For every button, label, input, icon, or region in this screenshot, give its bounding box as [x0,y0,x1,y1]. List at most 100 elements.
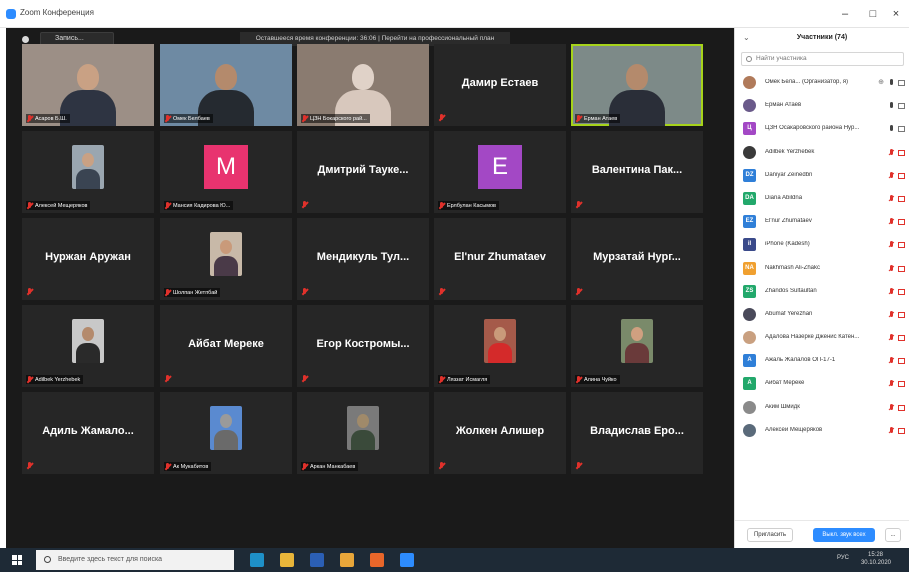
participant-row[interactable]: Алексей Мещеряков [735,420,909,443]
participant-tile[interactable]: Дамир Естаев [434,44,566,126]
participant-tile[interactable]: Алексей Мещеряков [22,131,154,213]
muted-mic-icon[interactable] [889,310,894,319]
muted-mic-icon[interactable] [889,171,894,180]
participant-tile[interactable]: Шолпан Жетпбай [160,218,292,300]
zoom-icon[interactable] [400,553,414,567]
participant-tile[interactable]: Мурзатай Нург... [571,218,703,300]
participant-row[interactable]: Адалова Назерке Дженис Катен... [735,327,909,350]
participant-tile[interactable]: Нуржан Аружан [22,218,154,300]
participant-row[interactable]: Adilbek Yerzhebek [735,142,909,165]
more-button[interactable]: ... [885,528,901,542]
participant-avatar: А [743,354,756,368]
participant-tile[interactable]: Дмитрий Тауке... [297,131,429,213]
camera-off-icon[interactable] [898,265,905,272]
participant-search-input[interactable]: Найти участника [741,52,904,66]
muted-mic-icon[interactable] [889,403,894,412]
participant-row[interactable]: Омек Бела... (Организатор, я) ⊕ [735,72,909,95]
participant-tile[interactable]: Adilbek Yerzhebek [22,305,154,387]
participant-tile[interactable]: Адиль Жамало... [22,392,154,474]
camera-off-icon[interactable] [898,242,905,249]
participant-tile[interactable]: Айбат Мереке [160,305,292,387]
camera-off-icon[interactable] [898,172,905,179]
muted-mic-icon[interactable] [889,194,894,203]
muted-mic-icon [27,288,33,296]
camera-off-icon[interactable] [898,288,905,295]
participant-tile[interactable]: Ляззат Исмагля [434,305,566,387]
camera-off-icon[interactable] [898,219,905,226]
participant-row[interactable]: А Айбат Мереке [735,373,909,396]
participant-row[interactable]: Abumaf Yerezhan [735,304,909,327]
camera-off-icon[interactable] [898,149,905,156]
participant-name-label: Мансия Кадирова Ю... [164,201,234,210]
camera-off-icon[interactable] [898,195,905,202]
mute-all-button[interactable]: Выкл. звук всех [813,528,875,542]
mic-icon[interactable] [889,125,894,133]
muted-mic-icon[interactable] [889,148,894,157]
taskbar-search-input[interactable]: Введите здесь текст для поиска [36,550,234,570]
participant-row[interactable]: Ерман Атаев [735,95,909,118]
muted-mic-icon[interactable] [889,218,894,226]
participant-name: Ерман Атаев [584,115,618,122]
participant-tile[interactable]: M Мансия Кадирова Ю... [160,131,292,213]
participant-tile[interactable]: Егор Костромы... [297,305,429,387]
invite-button[interactable]: Пригласить [747,528,793,542]
participant-tile[interactable]: El'nur Zhumataev [434,218,566,300]
participant-avatar: ZS [743,284,756,298]
muted-mic-icon[interactable] [889,264,894,273]
minimize-button[interactable]: – [832,5,858,23]
muted-mic-icon[interactable] [889,357,894,365]
participant-tile[interactable]: Алина Чуйко [571,305,703,387]
search-icon [44,556,51,563]
participant-tile[interactable]: Мендикуль Тул... [297,218,429,300]
camera-off-icon[interactable] [898,311,905,318]
muted-mic-icon [27,114,33,123]
word-icon[interactable] [310,553,324,567]
muted-mic-icon[interactable] [889,334,894,342]
participant-row[interactable]: NA Nakhmash Ali-Zhakc [735,258,909,281]
muted-mic-icon[interactable] [889,241,894,249]
participant-row[interactable]: Ц ЦЗН Осакаровского района Нур... [735,118,909,141]
mic-icon[interactable] [889,79,894,87]
participant-row[interactable]: А Ажаль Жалалов ОП-17-1 [735,350,909,373]
participant-tile[interactable]: Асаров Б.Ш. [22,44,154,126]
clock-date[interactable]: 30.10.2020 [861,560,891,566]
participant-tile[interactable]: Ерман Атаев [571,44,703,126]
edge-icon[interactable] [250,553,264,567]
windows-start-icon[interactable] [12,555,22,565]
participant-tile[interactable]: Омек Белбаев [160,44,292,126]
participant-tile[interactable]: Валентина Пак... [571,131,703,213]
participant-row[interactable]: DA Diana Abildna [735,188,909,211]
muted-mic-icon [302,462,308,471]
participant-row[interactable]: iI iPhone (Kadesh) [735,234,909,257]
powerpoint-icon[interactable] [370,553,384,567]
chrome-icon[interactable] [340,553,354,567]
camera-off-icon[interactable] [898,404,905,411]
muted-mic-icon[interactable] [889,287,894,296]
participant-tile[interactable]: Аркан Манкабаев [297,392,429,474]
language-indicator[interactable]: РУС [837,555,849,561]
participant-row[interactable]: ZS Zhandos Sultaultan [735,281,909,304]
participant-tile[interactable]: ЦЗН Бокарского рай... [297,44,429,126]
camera-off-icon[interactable] [898,358,905,365]
participant-tile[interactable]: Жолкен Алишер [434,392,566,474]
close-button[interactable]: × [883,5,909,23]
participant-tile[interactable]: E Ерлбулан Касымов [434,131,566,213]
participant-row[interactable]: Аким Шмидк [735,397,909,420]
participant-row[interactable]: DZ Daniyar Zeinedbn [735,165,909,188]
participant-tile[interactable]: Владислав Еро... [571,392,703,474]
explorer-icon[interactable] [280,553,294,567]
camera-icon[interactable] [898,103,905,110]
participant-display-name: Валентина Пак... [591,164,683,176]
participant-row[interactable]: EZ El'nur Zhumataev [735,211,909,234]
muted-mic-icon[interactable] [889,426,894,435]
camera-icon[interactable] [898,80,905,86]
camera-icon[interactable] [898,126,905,133]
mic-icon[interactable] [889,102,894,110]
participant-tile[interactable]: Ак Мукабитов [160,392,292,474]
muted-mic-icon[interactable] [889,380,894,388]
camera-off-icon[interactable] [898,427,905,434]
camera-off-icon[interactable] [898,381,905,388]
clock-time[interactable]: 15:28 [868,552,883,558]
camera-off-icon[interactable] [898,335,905,342]
participants-title: Участники (74) [796,34,848,41]
